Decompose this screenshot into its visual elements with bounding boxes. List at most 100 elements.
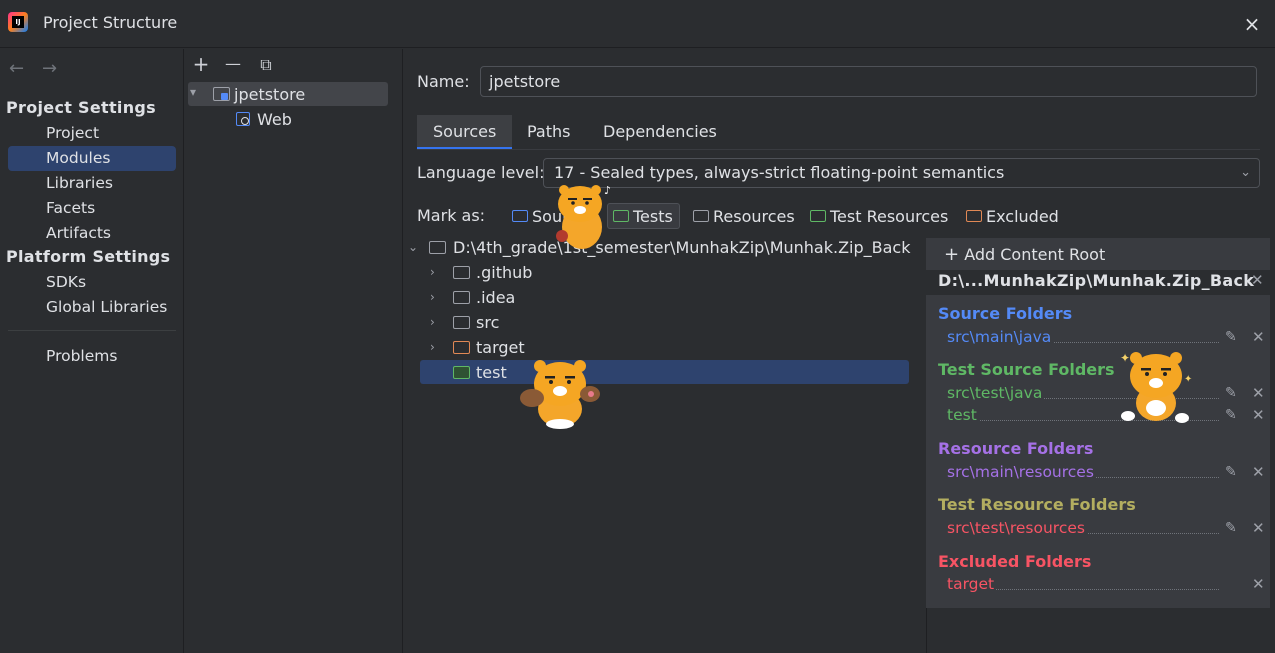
mark-excluded-button[interactable]: Excluded	[966, 204, 1059, 229]
ryan-sticker-1: ♪	[556, 184, 611, 249]
remove-icon[interactable]: ✕	[1252, 382, 1265, 404]
remove-root-icon[interactable]: ✕	[1251, 271, 1264, 289]
source-folder-icon	[512, 210, 528, 222]
intellij-logo-icon: IJ	[8, 12, 28, 32]
tab-sources[interactable]: Sources	[417, 115, 513, 149]
tree-item-label: src	[476, 313, 500, 332]
language-level-value: 17 - Sealed types, always-strict floatin…	[554, 163, 1005, 182]
tabs-divider	[417, 149, 1260, 150]
sidebar-item-problems[interactable]: Problems	[8, 344, 176, 369]
test-folder-icon	[453, 366, 470, 379]
sidebar-divider	[8, 330, 176, 331]
folder-icon	[429, 241, 446, 254]
mark-as-label: Mark as:	[417, 206, 486, 225]
sidebar-item-sdks[interactable]: SDKs	[8, 270, 176, 295]
copy-module-icon[interactable]: ⧉	[255, 55, 277, 77]
remove-module-icon[interactable]: —	[222, 54, 244, 76]
tab-paths[interactable]: Paths	[511, 115, 586, 149]
excluded-folders-title: Excluded Folders	[938, 552, 1092, 571]
modules-panel	[185, 49, 403, 653]
remove-icon[interactable]: ✕	[1252, 517, 1265, 539]
forward-arrow-icon[interactable]: →	[42, 58, 57, 79]
source-folder-entry: src\main\java ✎ ✕	[947, 326, 1265, 348]
mark-test-resources-button[interactable]: Test Resources	[810, 204, 948, 229]
name-label: Name:	[417, 72, 470, 91]
tab-dependencies[interactable]: Dependencies	[587, 115, 733, 149]
add-module-icon[interactable]: +	[190, 54, 212, 76]
test-resource-folder-icon	[810, 210, 826, 222]
entry-label: src\test\java	[947, 384, 1045, 402]
chevron-right-icon: ›	[430, 315, 435, 329]
content-root-path: D:\...MunhakZip\Munhak.Zip_Back	[938, 271, 1255, 290]
mark-resources-label: Resources	[713, 207, 795, 226]
remove-icon[interactable]: ✕	[1252, 326, 1265, 348]
resource-folders-title: Resource Folders	[938, 439, 1094, 458]
tree-row-github[interactable]: › .github	[430, 260, 730, 285]
test-resource-folder-entry: src\test\resources ✎ ✕	[947, 517, 1265, 539]
platform-settings-title: Platform Settings	[6, 247, 171, 266]
edit-icon[interactable]: ✎	[1225, 382, 1237, 404]
edit-icon[interactable]: ✎	[1225, 461, 1237, 483]
edit-icon[interactable]: ✎	[1225, 404, 1237, 426]
sidebar-item-project[interactable]: Project	[8, 121, 176, 146]
back-arrow-icon[interactable]: ←	[9, 58, 24, 79]
svg-text:♪: ♪	[604, 184, 611, 197]
test-source-folder-entry: test ✎ ✕	[947, 404, 1265, 426]
edit-icon[interactable]: ✎	[1225, 517, 1237, 539]
module-jpetstore[interactable]: jpetstore	[234, 85, 305, 104]
svg-text:✦: ✦	[1120, 351, 1130, 365]
content-roots-footer	[926, 608, 1270, 653]
entry-label: src\main\java	[947, 328, 1054, 346]
tree-item-label: test	[476, 363, 507, 382]
sidebar-item-modules[interactable]: Modules	[8, 146, 176, 171]
close-icon[interactable]: ×	[1241, 13, 1263, 35]
remove-icon[interactable]: ✕	[1252, 404, 1265, 426]
sidebar-item-artifacts[interactable]: Artifacts	[8, 221, 176, 246]
web-facet-icon	[236, 112, 250, 126]
module-folder-icon	[213, 87, 230, 101]
mark-resources-button[interactable]: Resources	[693, 204, 795, 229]
language-level-label: Language level:	[417, 163, 545, 182]
ryan-sticker-2	[520, 360, 600, 429]
mark-excluded-label: Excluded	[986, 207, 1059, 226]
language-level-select[interactable]: 17 - Sealed types, always-strict floatin…	[543, 158, 1260, 188]
entry-label: src\main\resources	[947, 463, 1096, 481]
remove-icon[interactable]: ✕	[1252, 573, 1265, 595]
edit-icon[interactable]: ✎	[1225, 326, 1237, 348]
entry-label: test	[947, 406, 979, 424]
remove-icon[interactable]: ✕	[1252, 461, 1265, 483]
chevron-down-icon[interactable]: ▾	[190, 85, 196, 99]
mark-tests-label: Tests	[633, 207, 673, 226]
module-name-input[interactable]: jpetstore	[480, 66, 1257, 97]
chevron-right-icon: ›	[430, 340, 435, 354]
sidebar-item-facets[interactable]: Facets	[8, 196, 176, 221]
chevron-down-icon: ⌄	[1240, 165, 1251, 180]
mark-tests-button[interactable]: Tests	[613, 204, 673, 229]
tree-root-label: D:\4th_grade\1st_semester\MunhakZip\Munh…	[453, 238, 911, 257]
facet-web[interactable]: Web	[257, 110, 292, 129]
add-content-root-button[interactable]: + Add Content Root	[944, 244, 1105, 265]
test-source-folders-title: Test Source Folders	[938, 360, 1115, 379]
tree-row-idea[interactable]: › .idea	[430, 285, 730, 310]
source-folders-title: Source Folders	[938, 304, 1073, 323]
title-bar	[0, 0, 1275, 48]
tree-item-label: .github	[476, 263, 533, 282]
folder-icon	[453, 291, 470, 304]
sidebar-item-global-libraries[interactable]: Global Libraries	[8, 295, 176, 320]
chevron-right-icon: ›	[430, 265, 435, 279]
chevron-down-icon: ⌄	[408, 240, 419, 254]
excluded-folder-entry: target ✕	[947, 573, 1265, 595]
tree-row-root[interactable]: ⌄ D:\4th_grade\1st_semester\MunhakZip\Mu…	[408, 235, 918, 260]
sidebar-item-libraries[interactable]: Libraries	[8, 171, 176, 196]
project-settings-title: Project Settings	[6, 98, 156, 117]
folder-icon	[453, 316, 470, 329]
plus-icon: +	[944, 244, 960, 265]
tree-item-label: .idea	[476, 288, 516, 307]
excluded-folder-icon	[453, 341, 470, 354]
ryan-sticker-3: ✦ ✦	[1120, 351, 1192, 423]
chevron-right-icon: ›	[430, 290, 435, 304]
tree-row-src[interactable]: › src	[430, 310, 730, 335]
window-title: Project Structure	[43, 13, 178, 32]
folder-icon	[453, 266, 470, 279]
test-resource-folders-title: Test Resource Folders	[938, 495, 1136, 514]
